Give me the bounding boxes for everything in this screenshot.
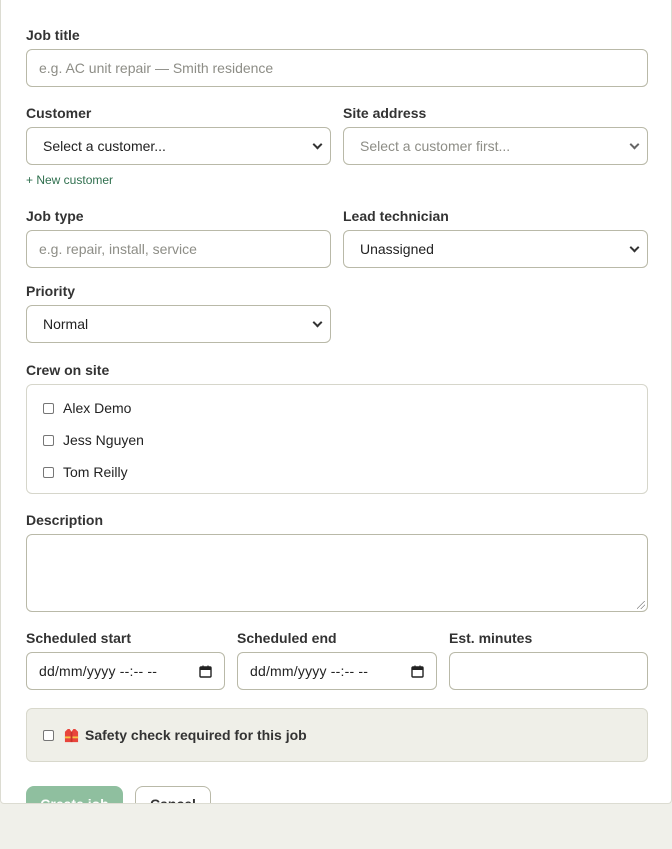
create-job-button[interactable]: Create job <box>26 786 123 803</box>
scheduled-start-input[interactable]: dd/mm/yyyy --:-- -- <box>26 652 225 690</box>
lead-technician-select[interactable]: Unassigned <box>343 230 648 268</box>
crew-item-jess-nguyen[interactable]: Jess Nguyen <box>43 432 144 448</box>
crew-member-name: Jess Nguyen <box>63 432 144 448</box>
crew-member-name: Tom Reilly <box>63 464 128 480</box>
priority-label: Priority <box>26 283 76 299</box>
job-type-input[interactable]: e.g. repair, install, service <box>26 230 331 268</box>
job-type-label: Job type <box>26 208 84 224</box>
scheduled-end-value: dd/mm/yyyy --:-- -- <box>250 663 369 679</box>
calendar-icon[interactable] <box>199 665 212 678</box>
job-title-input[interactable]: e.g. AC unit repair — Smith residence <box>26 49 648 87</box>
site-address-label: Site address <box>343 105 427 121</box>
description-label: Description <box>26 512 104 528</box>
safety-check-label: Safety check required for this job <box>85 727 307 743</box>
crew-member-name: Alex Demo <box>63 400 132 416</box>
priority-selected-value: Normal <box>43 316 89 332</box>
est-minutes-label: Est. minutes <box>449 630 533 646</box>
job-form-card: Job title e.g. AC unit repair — Smith re… <box>0 0 672 804</box>
crew-list: Alex Demo Jess Nguyen Tom Reilly <box>26 384 648 494</box>
crew-checkbox[interactable] <box>43 466 54 478</box>
cancel-button[interactable]: Cancel <box>135 786 211 803</box>
customer-select[interactable]: Select a customer... <box>26 127 331 165</box>
customer-label: Customer <box>26 105 92 121</box>
crew-label: Crew on site <box>26 362 110 378</box>
resize-grip-icon[interactable] <box>637 601 645 609</box>
scheduled-end-label: Scheduled end <box>237 630 337 646</box>
est-minutes-input[interactable] <box>449 652 648 690</box>
scheduled-start-label: Scheduled start <box>26 630 132 646</box>
job-type-placeholder: e.g. repair, install, service <box>39 241 197 257</box>
new-customer-link[interactable]: + New customer <box>26 173 113 187</box>
crew-item-tom-reilly[interactable]: Tom Reilly <box>43 464 128 480</box>
site-address-selected-value: Select a customer first... <box>360 138 511 154</box>
crew-item-alex-demo[interactable]: Alex Demo <box>43 400 131 416</box>
scheduled-start-value: dd/mm/yyyy --:-- -- <box>39 663 158 679</box>
chevron-down-icon <box>312 317 323 328</box>
calendar-icon[interactable] <box>411 665 424 678</box>
safety-vest-icon <box>64 728 79 742</box>
customer-selected-value: Select a customer... <box>43 138 166 154</box>
safety-checkbox[interactable] <box>43 729 54 741</box>
site-address-select[interactable]: Select a customer first... <box>343 127 648 165</box>
description-textarea[interactable] <box>26 534 648 612</box>
scheduled-end-input[interactable]: dd/mm/yyyy --:-- -- <box>237 652 437 690</box>
chevron-down-icon <box>312 139 323 150</box>
lead-technician-selected-value: Unassigned <box>360 241 434 257</box>
crew-checkbox[interactable] <box>43 434 54 446</box>
chevron-down-icon <box>629 242 640 253</box>
lead-technician-label: Lead technician <box>343 208 449 224</box>
crew-checkbox[interactable] <box>43 402 54 414</box>
priority-select[interactable]: Normal <box>26 305 331 343</box>
chevron-down-icon <box>629 139 640 150</box>
safety-check-row[interactable]: Safety check required for this job <box>26 708 648 762</box>
job-title-placeholder: e.g. AC unit repair — Smith residence <box>39 60 274 76</box>
job-title-label: Job title <box>26 27 80 43</box>
